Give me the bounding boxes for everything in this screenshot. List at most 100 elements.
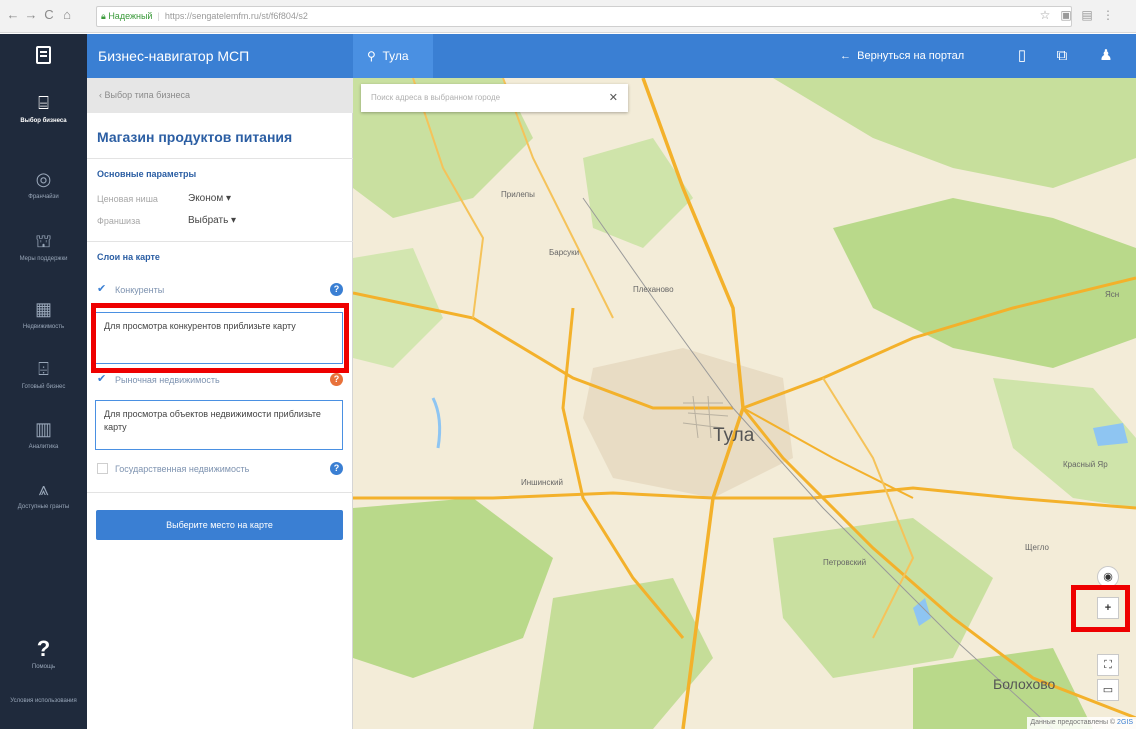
nav-item-terms[interactable]: Условия использования (0, 694, 87, 705)
nav-item-label: Аналитика (28, 444, 59, 450)
franchise-dropdown[interactable]: Выбрать ▾ (188, 215, 236, 226)
phone-icon[interactable]: ▯ (1012, 46, 1032, 66)
chart-icon: ▥ (34, 419, 52, 439)
back-to-business-types-link[interactable]: ‹ Выбор типа бизнеса (87, 78, 353, 113)
divider (87, 241, 353, 242)
map-place-label: Петровский (823, 558, 867, 567)
menu-dots-icon[interactable]: ⋮ (1101, 8, 1115, 22)
url-text: https://sengatelemfm.ru/st/f6f804/s2 (164, 11, 308, 21)
app-logo[interactable] (0, 34, 87, 78)
back-to-portal-label: Вернуться на портал (857, 50, 965, 62)
home-icon[interactable]: ⌂ (60, 8, 74, 22)
location-pin-icon: ⚲ (367, 49, 376, 63)
close-icon[interactable]: ✕ (609, 84, 618, 112)
map-canvas (353, 78, 1136, 729)
layer-label: Государственная недвижимость (115, 464, 250, 474)
circle-icon: ◎ (35, 169, 52, 189)
left-navigation: ⌸ Выбор бизнеса ◎ Франчайзи ⛫ Меры подде… (0, 78, 87, 729)
map-search-placeholder: Поиск адреса в выбранном городе (371, 93, 501, 102)
briefcase-icon: ⌸ (38, 93, 49, 113)
map-layers-heading: Слои на карте (97, 252, 160, 262)
shop-icon: ⌹ (38, 359, 49, 379)
city-selector[interactable]: ⚲ Тула (353, 34, 433, 78)
people-icon: ⛫ (35, 231, 52, 251)
map-place-label: Плеханово (633, 285, 674, 294)
building-icon: ▦ (34, 299, 52, 319)
map-city-label: Тула (713, 425, 755, 446)
nav-item-ready-business[interactable]: ⌹ Готовый бизнес (0, 358, 87, 391)
attribution-brand[interactable]: 2GIS (1117, 719, 1133, 726)
back-to-portal-link[interactable]: ← Вернуться на портал (840, 34, 964, 78)
checkbox-checked-icon[interactable]: ✔ (97, 284, 108, 295)
nav-item-label: Меры поддержки (19, 256, 68, 262)
nav-item-label: Доступные гранты (17, 504, 70, 510)
map-place-label: Щегло (1025, 543, 1049, 552)
map-place-label: Барсуки (549, 248, 580, 257)
app-title[interactable]: Бизнес-навигатор МСП (98, 34, 249, 78)
user-icon[interactable]: ♟ (1096, 46, 1116, 66)
nav-item-grants[interactable]: ⩓ Доступные гранты (0, 478, 87, 511)
layer-competitors[interactable]: ✔ Конкуренты ? (97, 282, 343, 298)
fullscreen-icon[interactable]: ⛶ (1097, 654, 1119, 676)
realestate-hint: Для просмотра объектов недвижимости приб… (95, 400, 343, 450)
app-header: Бизнес-навигатор МСП ⚲ Тула ← Вернуться … (0, 34, 1136, 78)
map-place-label: Красный Яр (1063, 460, 1108, 469)
layer-state-realestate[interactable]: Государственная недвижимость ? (97, 461, 343, 477)
nav-item-realestate[interactable]: ▦ Недвижимость (0, 298, 87, 331)
checkbox-checked-icon[interactable]: ✔ (97, 374, 108, 385)
map-view[interactable]: Поиск адреса в выбранном городе ✕ Прилеп… (353, 78, 1136, 729)
main-params-heading: Основные параметры (97, 169, 197, 179)
franchise-label: Франшиза (97, 216, 141, 226)
ruler-icon[interactable]: ▭ (1097, 679, 1119, 701)
map-place-label: Ясн (1105, 290, 1120, 299)
extension-icon[interactable]: ▣ (1059, 8, 1073, 22)
nav-item-label: Готовый бизнес (21, 384, 66, 390)
highlight-box-zoom (1071, 585, 1130, 632)
map-place-label: Прилепы (501, 190, 535, 199)
question-icon: ? (36, 636, 51, 661)
help-icon[interactable]: ? (330, 373, 343, 386)
city-label: Тула (382, 49, 409, 63)
map-place-label: Болохово (993, 676, 1056, 692)
highlight-box-competitors (91, 303, 349, 373)
map-search-input[interactable]: Поиск адреса в выбранном городе ✕ (361, 84, 628, 112)
arrow-left-icon: ← (840, 50, 851, 62)
back-arrow-icon[interactable]: ← (6, 8, 20, 22)
address-bar[interactable]: 🔒︎ Надежный | https://sengatelemfm.ru/st… (96, 6, 1072, 27)
nav-item-analytics[interactable]: ▥ Аналитика (0, 418, 87, 451)
nav-item-label: Франчайзи (28, 194, 59, 200)
browser-toolbar: ← → C ⌂ 🔒︎ Надежный | https://sengatelem… (0, 0, 1136, 33)
star-icon[interactable]: ☆ (1038, 8, 1052, 22)
panel-title: Магазин продуктов питания (97, 129, 293, 145)
chat-icon[interactable]: ⧉ (1052, 46, 1072, 66)
attribution-text: Данные предоставлены © (1030, 719, 1116, 726)
choose-place-on-map-button[interactable]: Выберите место на карте (96, 510, 343, 540)
forward-arrow-icon[interactable]: → (24, 8, 38, 22)
nav-item-help[interactable]: ? Помощь (0, 638, 87, 671)
nav-item-support[interactable]: ⛫ Меры поддержки (0, 230, 87, 263)
map-place-label: Иншинский (521, 478, 563, 487)
nav-terms-label: Условия использования (10, 698, 77, 704)
checkbox-unchecked[interactable] (97, 463, 108, 474)
logo-icon (36, 46, 51, 64)
price-niche-label: Ценовая ниша (97, 194, 158, 204)
layer-label: Рыночная недвижимость (115, 375, 220, 385)
layer-label: Конкуренты (115, 285, 165, 295)
help-icon[interactable]: ? (330, 462, 343, 475)
help-icon[interactable]: ? (330, 283, 343, 296)
divider (87, 492, 353, 493)
reload-icon[interactable]: C (42, 8, 56, 22)
map-attribution: Данные предоставлены © 2GIS (1027, 717, 1136, 729)
nav-help-label: Помощь (31, 664, 56, 670)
extension-icon-2[interactable]: ▤ (1080, 8, 1094, 22)
road-icon: ⩓ (38, 479, 49, 499)
nav-item-franchise[interactable]: ◎ Франчайзи (0, 168, 87, 201)
divider (87, 158, 353, 159)
price-niche-dropdown[interactable]: Эконом ▾ (188, 193, 231, 204)
lock-icon: 🔒︎ (101, 11, 106, 21)
secure-label: Надежный (108, 11, 153, 21)
layer-market-realestate[interactable]: ✔ Рыночная недвижимость ? (97, 372, 343, 388)
nav-item-label: Выбор бизнеса (20, 118, 67, 124)
nav-item-business-choice[interactable]: ⌸ Выбор бизнеса (0, 92, 87, 125)
nav-item-label: Недвижимость (22, 324, 65, 330)
